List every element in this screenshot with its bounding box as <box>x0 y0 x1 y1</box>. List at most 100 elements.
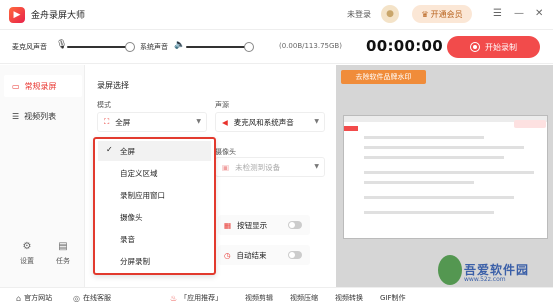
preview-row <box>364 181 474 184</box>
tool-link-video-convert[interactable]: 视频转换 <box>335 293 363 303</box>
dropdown-option[interactable]: 摄像头 <box>98 207 211 227</box>
vip-button[interactable]: ♛ 开通会员 <box>412 5 472 23</box>
status-bar: ⌂ 官方网站 ◎ 在线客服 ♨ 「应用推荐」 视频剪辑 视频压缩 视频转换 GI… <box>0 287 553 308</box>
screen-preview: 去除软件品牌水印 吾爱软件园 www.52z.com <box>336 65 553 287</box>
option-label: 录音 <box>120 234 135 244</box>
speaker-icon[interactable]: 🔈 <box>174 40 185 50</box>
watermark-logo-icon <box>438 255 462 285</box>
clipboard-icon: ▤ <box>58 241 68 252</box>
system-volume-slider[interactable] <box>186 46 248 48</box>
minimize-icon[interactable]: — <box>514 8 524 20</box>
tool-link-video-compress[interactable]: 视频压缩 <box>290 293 318 303</box>
support-label: 在线客服 <box>82 294 111 302</box>
system-volume-knob[interactable] <box>244 42 254 52</box>
crown-icon: ♛ <box>421 9 429 19</box>
audio-source-select[interactable]: ◀ 麦克风和系统声音 ▼ <box>215 112 325 132</box>
app-window: ▶ 金舟录屏大师 未登录 ● ♛ 开通会员 ☰ — ✕ 麦克风声音 🎙 系统声音… <box>0 0 553 308</box>
remove-watermark-button[interactable]: 去除软件品牌水印 <box>341 70 426 84</box>
sidebar-item-label: 视频列表 <box>24 111 57 121</box>
show-button-toggle-row: ▦ 按钮显示 <box>218 215 310 235</box>
camera-value: 未检测到设备 <box>235 162 281 172</box>
camera-label: 摄像头 <box>215 148 236 156</box>
official-website-link[interactable]: ⌂ 官方网站 <box>16 293 52 303</box>
chevron-down-icon: ▼ <box>314 163 319 170</box>
tasks-button[interactable]: ▤ 任务 <box>48 241 78 266</box>
camera-icon: ▣ <box>222 162 230 172</box>
button-icon: ▦ <box>224 220 232 230</box>
recommend-label: 「应用推荐」 <box>180 294 223 302</box>
preview-row <box>364 196 514 199</box>
settings-label: 设置 <box>20 257 34 265</box>
mic-volume-slider[interactable] <box>67 46 129 48</box>
tool-link-video-edit[interactable]: 视频剪辑 <box>245 293 273 303</box>
mode-label: 模式 <box>97 101 111 109</box>
headset-icon: ◎ <box>73 293 80 303</box>
mic-label: 麦克风声音 <box>12 43 47 51</box>
auto-end-toggle-row: ◷ 自动结束 <box>218 245 310 265</box>
app-logo-icon: ▶ <box>9 6 25 23</box>
mode-value: 全屏 <box>115 117 131 127</box>
audio-source-value: 麦克风和系统声音 <box>233 117 294 127</box>
online-support-link[interactable]: ◎ 在线客服 <box>73 293 111 303</box>
start-record-label: 开始录制 <box>485 42 517 52</box>
preview-record-widget <box>514 120 546 128</box>
dropdown-option[interactable]: 自定义区域 <box>98 163 211 183</box>
camera-select[interactable]: ▣ 未检测到设备 ▼ <box>215 157 325 177</box>
mode-dropdown-menu: ✓ 全屏 自定义区域 录制应用窗口 摄像头 录音 分屏录制 <box>93 137 216 275</box>
preview-row <box>364 146 524 149</box>
avatar[interactable]: ● <box>381 5 399 23</box>
option-label: 摄像头 <box>120 212 143 222</box>
preview-screenshot <box>343 115 548 239</box>
mic-volume-knob[interactable] <box>125 42 135 52</box>
section-title: 录屏选择 <box>97 81 129 90</box>
dropdown-option[interactable]: 录制应用窗口 <box>98 185 211 205</box>
system-sound-label: 系统声音 <box>140 43 168 51</box>
option-label: 全屏 <box>120 146 135 156</box>
audio-toolbar: 麦克风声音 🎙 系统声音 🔈 (0.00B/113.75GB) 00:00:00… <box>0 30 553 64</box>
home-icon: ⌂ <box>16 293 22 303</box>
dropdown-option[interactable]: 录音 <box>98 229 211 249</box>
start-record-button[interactable]: 开始录制 <box>447 36 540 58</box>
watermark-url: www.52z.com <box>464 276 506 283</box>
close-icon[interactable]: ✕ <box>535 8 543 20</box>
preview-row <box>364 211 494 214</box>
list-icon: ☰ <box>12 111 20 121</box>
auto-end-label: 自动结束 <box>236 250 267 260</box>
tool-link-gif[interactable]: GIF制作 <box>380 293 406 303</box>
record-icon: ▭ <box>12 81 20 91</box>
check-icon: ✓ <box>106 145 113 154</box>
dropdown-option[interactable]: ✓ 全屏 <box>98 141 211 161</box>
microphone-icon[interactable]: 🎙 <box>56 40 67 50</box>
preview-row <box>364 156 504 159</box>
fire-icon: ♨ <box>170 293 178 303</box>
sidebar-item-video-list[interactable]: ☰ 视频列表 <box>4 105 82 127</box>
auto-end-switch[interactable] <box>288 251 302 259</box>
clock-icon: ◷ <box>224 250 231 260</box>
preview-logo <box>344 126 358 131</box>
settings-button[interactable]: ⚙ 设置 <box>12 241 42 266</box>
preview-row <box>364 171 534 174</box>
dropdown-option[interactable]: 分屏录制 <box>98 251 211 271</box>
show-button-switch[interactable] <box>288 221 302 229</box>
mode-select[interactable]: ⛶ 全屏 ▼ <box>97 112 207 132</box>
app-title: 金舟录屏大师 <box>31 11 86 21</box>
speaker-icon: ◀ <box>222 117 228 127</box>
audio-source-label: 声源 <box>215 101 229 109</box>
sidebar-item-regular-record[interactable]: ▭ 常规录屏 <box>4 75 82 97</box>
option-label: 分屏录制 <box>120 256 150 266</box>
option-label: 录制应用窗口 <box>120 190 165 200</box>
gear-icon: ⚙ <box>22 241 32 252</box>
app-recommend-label: ♨ 「应用推荐」 <box>170 293 222 303</box>
menu-icon[interactable]: ☰ <box>493 8 502 20</box>
tasks-label: 任务 <box>56 257 70 265</box>
disk-usage: (0.00B/113.75GB) <box>279 42 342 50</box>
screen-icon: ⛶ <box>104 117 110 126</box>
show-button-label: 按钮显示 <box>237 220 268 230</box>
sidebar: ▭ 常规录屏 ☰ 视频列表 ⚙ 设置 ▤ 任务 <box>0 65 85 287</box>
chevron-down-icon: ▼ <box>314 118 319 125</box>
record-dot-icon <box>470 42 480 52</box>
preview-row <box>364 136 484 139</box>
login-link[interactable]: 未登录 <box>347 9 371 20</box>
sidebar-item-label: 常规录屏 <box>24 81 57 91</box>
website-label: 官方网站 <box>24 294 53 302</box>
